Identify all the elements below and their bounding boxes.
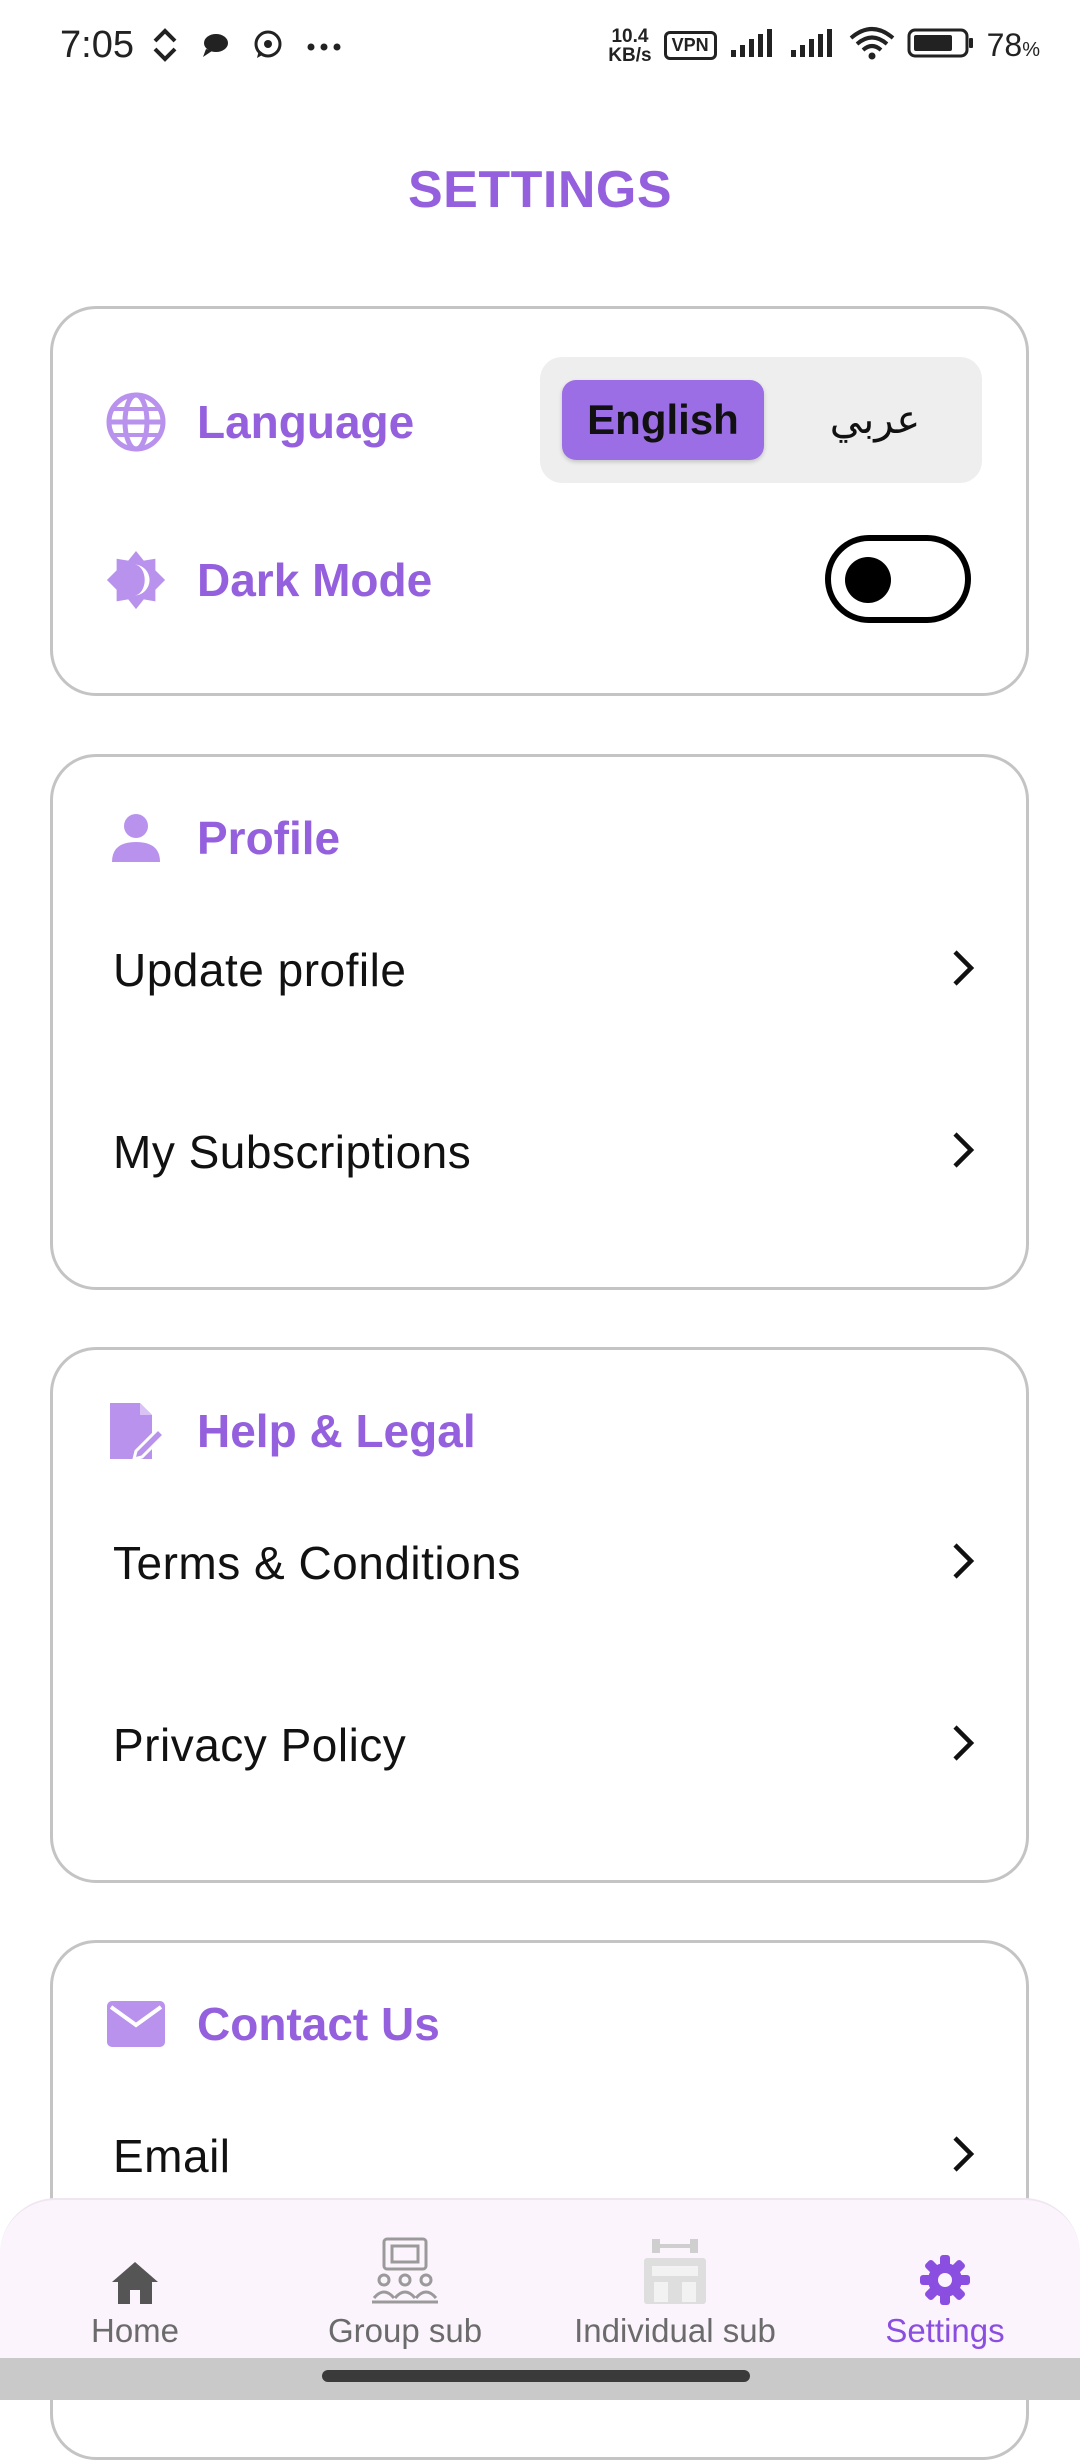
wifi-icon (849, 26, 895, 65)
brightness-icon (105, 549, 167, 611)
item-label: Update profile (113, 944, 407, 996)
profile-heading-row: Profile (105, 807, 340, 869)
signal-icon (729, 28, 777, 63)
chevron-right-icon (943, 1537, 983, 1590)
sync-icon (152, 28, 178, 67)
nav-label: Home (90, 2312, 180, 2349)
nav-label: Group sub (327, 2312, 483, 2349)
chevron-right-icon (943, 1126, 983, 1179)
chat-icon (200, 31, 230, 64)
email-item[interactable]: Email (113, 2101, 983, 2211)
privacy-policy-item[interactable]: Privacy Policy (113, 1690, 983, 1800)
gear-icon (919, 2226, 971, 2306)
dark-mode-label: Dark Mode (197, 554, 433, 606)
chevron-right-icon (943, 1719, 983, 1772)
status-time: 7:05 (60, 24, 134, 66)
page-title: SETTINGS (407, 161, 673, 219)
update-profile-item[interactable]: Update profile (113, 915, 983, 1025)
document-edit-icon (105, 1400, 167, 1462)
battery-icon (907, 27, 975, 64)
nav-item-individual-sub[interactable]: Individual sub (555, 2200, 795, 2360)
nav-label: Settings (885, 2312, 1005, 2349)
dark-mode-switch[interactable] (825, 535, 971, 623)
person-icon (105, 807, 167, 869)
item-label: My Subscriptions (113, 1126, 472, 1178)
nav-item-home[interactable]: Home (40, 2200, 230, 2360)
contact-heading-row: Contact Us (105, 1993, 440, 2055)
nav-item-settings[interactable]: Settings (850, 2200, 1040, 2360)
profile-card: Profile Update profile My Subscriptions (50, 754, 1029, 1290)
system-nav-bar (0, 2358, 1080, 2400)
signal-icon (789, 28, 837, 63)
bottom-nav: Home Group sub Individual sub Settings (0, 2198, 1080, 2360)
help-legal-heading-row: Help & Legal (105, 1400, 476, 1462)
item-label: Privacy Policy (113, 1719, 407, 1771)
my-subscriptions-item[interactable]: My Subscriptions (113, 1097, 983, 1207)
mail-icon (105, 1993, 167, 2055)
status-bar: 7:05 10.4 KB/s VPN 78% (0, 0, 1080, 100)
network-speed: 10.4 KB/s (608, 25, 652, 66)
contact-heading: Contact Us (197, 1998, 440, 2050)
item-label: Terms & Conditions (113, 1537, 521, 1589)
preferences-card: Language English عربي Dark Mode (50, 306, 1029, 696)
dark-mode-row: Dark Mode (105, 549, 432, 611)
nav-label: Individual sub (574, 2312, 776, 2349)
language-row: Language (105, 391, 414, 453)
home-gesture-handle[interactable] (322, 2370, 750, 2382)
help-legal-heading: Help & Legal (197, 1405, 476, 1457)
language-option-arabic[interactable]: عربي (800, 380, 950, 460)
home-icon (110, 2226, 160, 2306)
language-label: Language (197, 396, 415, 448)
chevron-right-icon (943, 2130, 983, 2183)
help-legal-card: Help & Legal Terms & Conditions Privacy … (50, 1347, 1029, 1883)
language-option-english[interactable]: English (562, 380, 764, 460)
vpn-badge: VPN (663, 31, 717, 60)
profile-heading: Profile (197, 812, 341, 864)
terms-conditions-item[interactable]: Terms & Conditions (113, 1508, 983, 1618)
switch-knob (845, 557, 891, 603)
chevron-right-icon (943, 944, 983, 997)
group-sub-icon (370, 2226, 440, 2306)
globe-icon (105, 391, 167, 453)
individual-sub-icon (640, 2226, 710, 2306)
battery-percent: 78% (986, 27, 1040, 63)
nav-item-group-sub[interactable]: Group sub (290, 2200, 520, 2360)
more-icon (306, 39, 342, 57)
item-label: Email (113, 2130, 231, 2182)
language-toggle: English عربي (540, 357, 982, 483)
whatsapp-icon (252, 29, 284, 66)
